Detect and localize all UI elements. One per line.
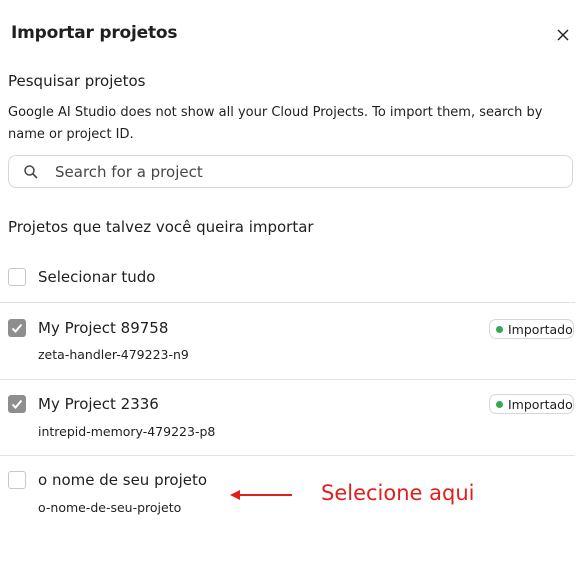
status-dot-icon xyxy=(496,325,503,333)
project-id: o-nome-de-seu-projeto xyxy=(38,500,182,515)
project-checkbox[interactable] xyxy=(8,319,26,337)
annotation-text: Selecione aqui xyxy=(321,481,475,505)
project-row[interactable]: My Project 89758 zeta-handler-479223-n9 … xyxy=(0,303,582,379)
close-button[interactable] xyxy=(552,24,574,46)
dialog-title: Importar projetos xyxy=(11,23,178,43)
project-id: intrepid-memory-479223-p8 xyxy=(38,424,216,439)
check-icon xyxy=(11,399,23,409)
project-checkbox[interactable] xyxy=(8,395,26,413)
status-badge: Importado xyxy=(489,394,574,414)
check-icon xyxy=(11,323,23,333)
annotation-arrow-icon xyxy=(230,490,292,500)
status-badge: Importado xyxy=(489,319,574,339)
select-all-label: Selecionar tudo xyxy=(38,268,156,286)
project-id: zeta-handler-479223-n9 xyxy=(38,347,189,362)
status-badge-label: Importado xyxy=(508,396,573,412)
project-checkbox[interactable] xyxy=(8,471,26,489)
project-name: o nome de seu projeto xyxy=(38,471,208,489)
search-section-label: Pesquisar projetos xyxy=(8,72,146,90)
suggested-section-label: Projetos que talvez você queira importar xyxy=(8,218,314,236)
select-all-checkbox[interactable] xyxy=(8,268,26,286)
status-badge-label: Importado xyxy=(508,321,573,337)
search-input[interactable] xyxy=(53,161,537,182)
import-projects-dialog: Importar projetos Pesquisar projetos Goo… xyxy=(0,0,582,588)
project-name: My Project 2336 xyxy=(38,395,159,413)
status-dot-icon xyxy=(496,400,503,408)
search-icon xyxy=(23,163,41,181)
project-name: My Project 89758 xyxy=(38,319,169,337)
close-icon xyxy=(557,29,569,41)
search-description: Google AI Studio does not show all your … xyxy=(8,105,543,142)
search-box[interactable] xyxy=(8,155,573,188)
project-row[interactable]: My Project 2336 intrepid-memory-479223-p… xyxy=(0,380,582,455)
